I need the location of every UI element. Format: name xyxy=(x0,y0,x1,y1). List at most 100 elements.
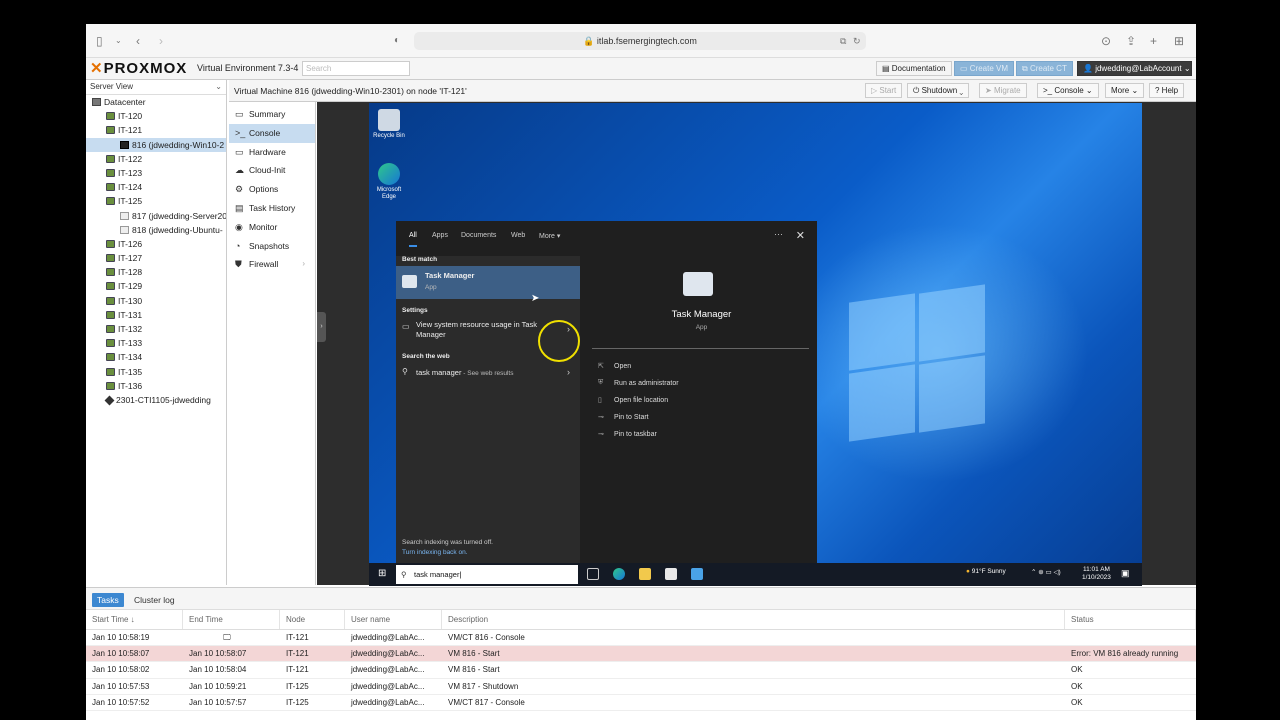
table-row[interactable]: Jan 10 10:57:52 Jan 10 10:57:57 IT-125 jdwe… xyxy=(86,695,1196,711)
best-match-result[interactable]: Task Manager App ➤ xyxy=(396,266,580,362)
create-vm-button[interactable]: ▭ Create VM xyxy=(954,61,1015,76)
table-row[interactable]: Jan 10 10:58:19 🖵 IT-121 jdwedding@LabAc...… xyxy=(86,630,1196,647)
weather-icon[interactable]: ● 91°F Sunny xyxy=(966,568,1006,575)
notifications-icon[interactable]: ▣ xyxy=(1121,568,1130,579)
clock[interactable]: 11:01 AM 1/10/2023 xyxy=(1082,566,1111,582)
tab-tasks[interactable]: Tasks xyxy=(92,593,124,607)
tray-icons[interactable]: ⌃ ⊛ ▭ ◁) xyxy=(1031,568,1061,576)
tree-node[interactable]: IT-133 xyxy=(86,336,226,350)
console-button[interactable]: >_ Console ⌄ xyxy=(1037,83,1099,98)
sidebar-toggle-icon[interactable]: ▯ xyxy=(96,34,103,48)
tab-icon[interactable]: ⧉ xyxy=(840,34,846,48)
tree-node[interactable]: IT-129 xyxy=(86,279,226,293)
tree-node[interactable]: IT-128 xyxy=(86,265,226,279)
new-tab-icon[interactable]: + xyxy=(1150,34,1157,48)
forward-icon[interactable]: › xyxy=(159,34,163,48)
results-pane: Best match Task Manager App ➤ Settings ▭… xyxy=(396,256,580,566)
tree-node[interactable]: IT-130 xyxy=(86,294,226,308)
migrate-button[interactable]: ➤ Migrate xyxy=(979,83,1027,98)
col-start-time[interactable]: Start Time ↓ xyxy=(86,610,183,629)
start-button[interactable]: ▷ Start xyxy=(865,83,903,98)
task-view-icon[interactable] xyxy=(587,568,599,580)
options-icon[interactable]: ··· xyxy=(774,229,783,239)
reload-icon[interactable]: ↻ xyxy=(853,34,861,48)
table-row[interactable]: Jan 10 10:57:53 Jan 10 10:59:21 IT-125 jdwe… xyxy=(86,679,1196,695)
tree-node[interactable]: 816 (jdwedding-Win10-2 xyxy=(86,137,226,152)
nav-item-snapshots[interactable]: ◔ Snapshots xyxy=(229,237,315,256)
tree-node[interactable]: IT-125 xyxy=(86,194,226,208)
tree-node[interactable]: 2301-CTI1105-jdwedding xyxy=(86,393,226,407)
nav-item-summary[interactable]: ▭ Summary xyxy=(229,105,315,124)
nav-item-console[interactable]: >_ Console xyxy=(229,123,315,143)
windows-start-icon[interactable]: ⊞ xyxy=(378,568,386,579)
view-selector[interactable]: Server View ⌄ xyxy=(86,80,226,95)
shutdown-button[interactable]: ⏻ Shutdown ⌄ xyxy=(907,83,970,98)
tab-cluster-log[interactable]: Cluster log xyxy=(129,593,180,607)
documentation-button[interactable]: ▤ Documentation xyxy=(876,61,952,76)
nav-item-task-history[interactable]: ▤ Task History xyxy=(229,199,315,218)
action-open-file-location[interactable]: Open file location xyxy=(614,397,668,404)
mail-icon[interactable] xyxy=(691,568,703,580)
tree-node[interactable]: IT-135 xyxy=(86,365,226,379)
action-run-as-admin[interactable]: Run as administrator xyxy=(614,380,679,387)
file-explorer-icon[interactable] xyxy=(639,568,651,580)
col-end-time[interactable]: End Time xyxy=(183,610,280,629)
tab-apps[interactable]: Apps xyxy=(432,232,448,239)
url-bar[interactable]: 🔒 itlab.fsemergingtech.com xyxy=(414,32,866,50)
create-ct-button[interactable]: ⧉ Create CT xyxy=(1016,61,1073,76)
vm-desktop[interactable]: Recycle Bin Microsoft Edge All Apps Docu… xyxy=(369,103,1142,586)
table-row[interactable]: Jan 10 10:58:07 Jan 10 10:58:07 IT-121 jdwe… xyxy=(86,646,1196,663)
nav-item-monitor[interactable]: ◉ Monitor xyxy=(229,218,315,237)
tab-web[interactable]: Web xyxy=(511,232,525,239)
share-icon[interactable]: ⇪ xyxy=(1126,34,1136,48)
tree-node[interactable]: Datacenter xyxy=(86,95,226,109)
settings-result[interactable]: ▭ View system resource usage in Task Man… xyxy=(396,318,580,344)
collapse-handle[interactable]: › xyxy=(317,312,326,342)
nav-item-options[interactable]: ⚙ Options xyxy=(229,180,315,199)
tree-node[interactable]: IT-131 xyxy=(86,308,226,322)
nav-item-hardware[interactable]: ▭ Hardware xyxy=(229,143,315,162)
tab-documents[interactable]: Documents xyxy=(461,232,496,239)
tree-node[interactable]: IT-120 xyxy=(86,109,226,123)
edge-icon[interactable]: Microsoft Edge xyxy=(369,163,409,201)
action-open[interactable]: Open xyxy=(614,363,631,370)
col-user[interactable]: User name xyxy=(345,610,442,629)
mouse-pointer-icon: ➤ xyxy=(531,293,540,304)
tree-node[interactable]: IT-127 xyxy=(86,251,226,265)
tree-node[interactable]: IT-122 xyxy=(86,152,226,166)
tree-node[interactable]: IT-126 xyxy=(86,237,226,251)
col-status[interactable]: Status xyxy=(1065,610,1196,629)
tree-node[interactable]: IT-124 xyxy=(86,180,226,194)
tree-node[interactable]: IT-132 xyxy=(86,322,226,336)
recycle-bin-icon[interactable]: Recycle Bin xyxy=(369,109,409,140)
tree-node[interactable]: IT-121 xyxy=(86,123,226,137)
tree-node[interactable]: 818 (jdwedding-Ubuntu- xyxy=(86,223,226,237)
action-pin-taskbar[interactable]: Pin to taskbar xyxy=(614,431,657,438)
tab-overview-icon[interactable]: ⊞ xyxy=(1174,34,1184,48)
search-input[interactable]: Search xyxy=(302,61,410,76)
tree-node[interactable]: IT-123 xyxy=(86,166,226,180)
back-icon[interactable]: ‹ xyxy=(136,34,140,48)
close-icon[interactable]: ✕ xyxy=(796,229,805,242)
col-description[interactable]: Description xyxy=(442,610,1065,629)
more-button[interactable]: More ⌄ xyxy=(1105,83,1145,98)
help-button[interactable]: ? Help xyxy=(1149,83,1185,98)
nav-item-cloud-init[interactable]: ☁ Cloud-Init xyxy=(229,161,315,180)
edge-icon[interactable] xyxy=(613,568,625,580)
action-pin-start[interactable]: Pin to Start xyxy=(614,414,649,421)
tree-node[interactable]: 817 (jdwedding-Server20 xyxy=(86,209,226,223)
tab-more[interactable]: More ▾ xyxy=(539,232,560,240)
chevron-down-icon[interactable]: ⌄ xyxy=(115,34,122,48)
indexing-on-link[interactable]: Turn indexing back on. xyxy=(402,549,468,556)
taskbar-search-input[interactable]: ⚲ task manager| xyxy=(396,565,578,584)
download-icon[interactable]: ⊙ xyxy=(1101,34,1111,48)
tree-node[interactable]: IT-134 xyxy=(86,350,226,364)
store-icon[interactable] xyxy=(665,568,677,580)
table-row[interactable]: Jan 10 10:58:02 Jan 10 10:58:04 IT-121 jdwe… xyxy=(86,662,1196,679)
user-menu-button[interactable]: 👤 jdwedding@LabAccount ⌄ xyxy=(1077,61,1192,76)
nav-item-firewall[interactable]: ⛊ Firewall › xyxy=(229,255,315,274)
tab-all[interactable]: All xyxy=(409,232,417,247)
col-node[interactable]: Node xyxy=(280,610,345,629)
web-result[interactable]: ⚲ task manager - See web results › xyxy=(396,364,580,382)
tree-node[interactable]: IT-136 xyxy=(86,379,226,393)
